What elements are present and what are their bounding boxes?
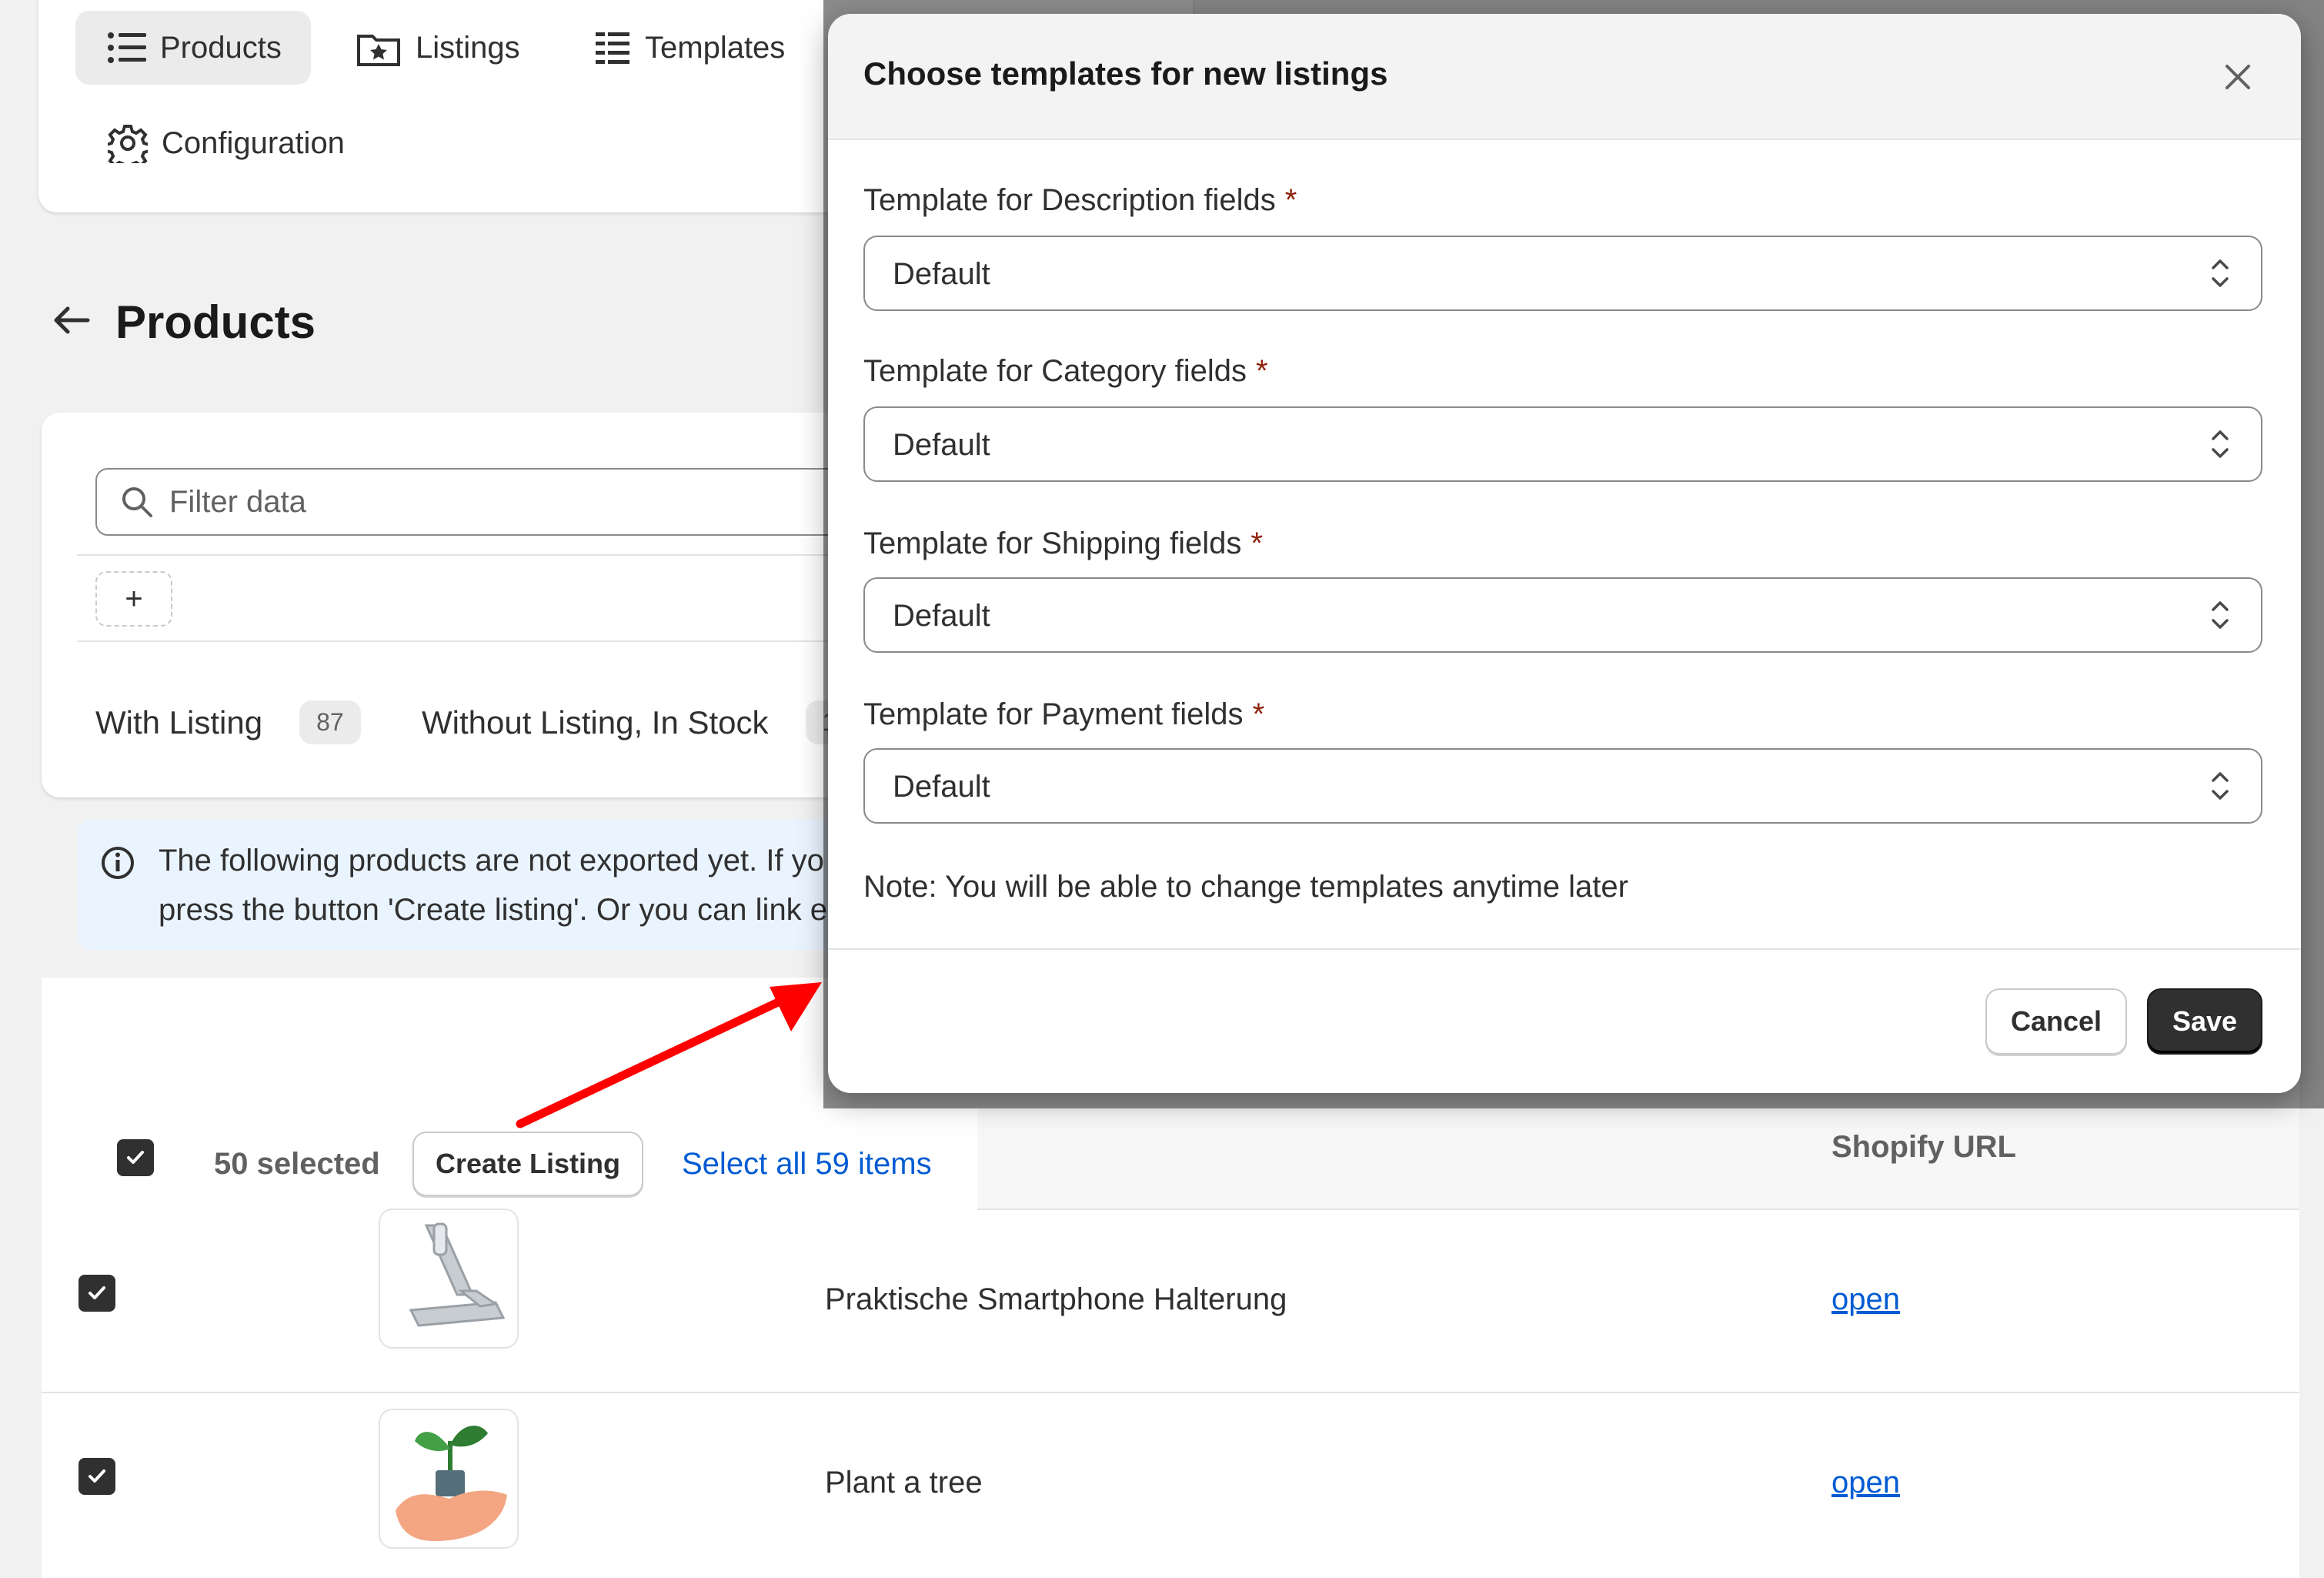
field-label-text: Template for Shipping fields (863, 527, 1242, 560)
table-row[interactable]: Praktische Smartphone Halterung open (42, 1209, 2299, 1393)
product-name: Plant a tree (825, 1466, 983, 1499)
required-mark: * (1250, 527, 1263, 560)
nav-item-products[interactable]: Products (75, 11, 311, 85)
category-template-label: Template for Category fields * (863, 354, 1268, 389)
field-label-text: Template for Description fields (863, 183, 1276, 217)
payment-template-label: Template for Payment fields * (863, 697, 1264, 732)
create-listing-button[interactable]: Create Listing (412, 1132, 643, 1196)
description-template-label: Template for Description fields * (863, 183, 1297, 218)
nav-item-label: Configuration (162, 125, 345, 160)
required-mark: * (1256, 354, 1268, 388)
nav-item-configuration[interactable]: Configuration (75, 106, 399, 180)
field-label-text: Template for Payment fields (863, 697, 1244, 731)
select-all-checkbox[interactable] (117, 1139, 154, 1176)
select-value: Default (893, 770, 990, 804)
select-updown-icon (2209, 596, 2232, 634)
modal-title: Choose templates for new listings (863, 55, 1388, 92)
close-button[interactable] (2216, 55, 2259, 99)
choose-templates-modal: Choose templates for new listings Templa… (828, 14, 2301, 1093)
shopify-open-link[interactable]: open (1831, 1282, 1900, 1317)
required-mark: * (1284, 183, 1297, 217)
field-label-text: Template for Category fields (863, 354, 1247, 388)
tab-label: With Listing (95, 704, 263, 741)
close-icon (2222, 62, 2253, 92)
nav-item-templates[interactable]: Templates (562, 11, 816, 85)
add-filter-button[interactable]: + (95, 571, 172, 627)
table-row[interactable]: Plant a tree open (42, 1393, 2299, 1578)
banner-line: press the button 'Create listing'. Or yo… (159, 893, 828, 927)
select-updown-icon (2209, 254, 2232, 293)
tab-with-listing[interactable]: With Listing 87 (95, 700, 361, 744)
annotation-arrow-icon (508, 970, 846, 1139)
nav-item-listings[interactable]: Listings (323, 11, 554, 85)
banner-line: The following products are not exported … (159, 844, 824, 878)
select-value: Default (893, 428, 990, 462)
shipping-template-select[interactable]: Default (863, 577, 2262, 653)
count-badge: 87 (299, 700, 361, 744)
payment-template-select[interactable]: Default (863, 748, 2262, 824)
nav-item-label: Templates (645, 30, 786, 65)
select-all-link[interactable]: Select all 59 items (682, 1147, 932, 1182)
product-thumbnail-phone-stand (379, 1209, 519, 1349)
product-thumbnail-plant (379, 1409, 519, 1549)
folder-star-icon (356, 28, 402, 67)
search-icon (120, 485, 154, 519)
nav-item-label: Listings (416, 30, 520, 65)
row-checkbox[interactable] (78, 1275, 115, 1312)
search-placeholder: Filter data (169, 484, 306, 519)
shipping-template-label: Template for Shipping fields * (863, 527, 1263, 561)
tab-label: Without Listing, In Stock (422, 704, 769, 741)
page-title: Products (115, 296, 316, 348)
select-updown-icon (2209, 425, 2232, 463)
column-header-shopify-url: Shopify URL (1831, 1130, 2016, 1164)
select-updown-icon (2209, 767, 2232, 805)
product-name: Praktische Smartphone Halterung (825, 1282, 1287, 1316)
shopify-open-link[interactable]: open (1831, 1466, 1900, 1500)
select-value: Default (893, 257, 990, 291)
back-arrow-icon[interactable] (52, 305, 91, 336)
nav-item-label: Products (160, 30, 282, 65)
info-icon (100, 845, 135, 881)
required-mark: * (1252, 697, 1265, 731)
templates-note: Note: You will be able to change templat… (863, 870, 1628, 904)
row-checkbox[interactable] (78, 1458, 115, 1495)
save-button[interactable]: Save (2147, 988, 2262, 1055)
description-template-select[interactable]: Default (863, 236, 2262, 311)
gear-icon (108, 123, 148, 163)
modal-header: Choose templates for new listings (828, 14, 2301, 140)
table-header: Shopify URL (977, 1108, 2299, 1210)
category-template-select[interactable]: Default (863, 406, 2262, 482)
tab-without-listing[interactable]: Without Listing, In Stock 1 (422, 700, 853, 744)
cancel-button[interactable]: Cancel (1985, 988, 2127, 1055)
list-icon (108, 31, 146, 65)
banner-text: The following products are not exported … (159, 836, 827, 934)
selected-count: 50 selected (214, 1147, 380, 1181)
select-value: Default (893, 599, 990, 633)
grid-list-icon (594, 29, 631, 66)
modal-footer-divider (828, 948, 2301, 950)
